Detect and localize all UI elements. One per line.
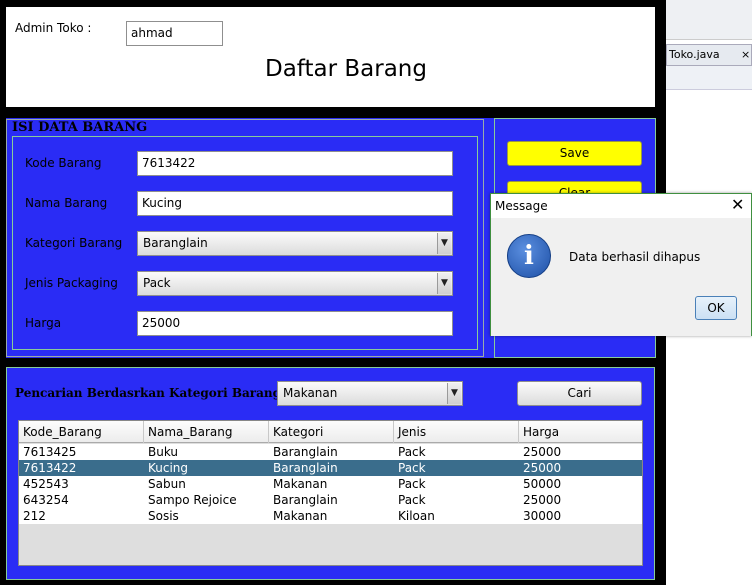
- cell-kode: 643254: [23, 493, 69, 507]
- ide-toolbar: [666, 0, 752, 40]
- cell-nama: Kucing: [148, 461, 189, 475]
- cell-kode: 7613422: [23, 461, 77, 475]
- table-row[interactable]: 452543 Sabun Makanan Pack 50000: [19, 476, 642, 492]
- cell-jenis: Pack: [398, 445, 426, 459]
- cell-kode: 452543: [23, 477, 69, 491]
- column-header-jenis[interactable]: Jenis: [394, 421, 519, 443]
- nama-barang-input[interactable]: Kucing: [137, 191, 453, 216]
- search-category-select[interactable]: Makanan ▼: [277, 381, 463, 406]
- cell-kategori: Baranglain: [273, 445, 338, 459]
- message-dialog: Message ✕ i Data berhasil dihapus OK: [490, 193, 752, 336]
- cari-button[interactable]: Cari: [517, 381, 642, 406]
- table-row[interactable]: 643254 Sampo Rejoice Baranglain Pack 250…: [19, 492, 642, 508]
- page-title: Daftar Barang: [265, 56, 427, 82]
- cell-kategori: Makanan: [273, 509, 328, 523]
- cell-kode: 212: [23, 509, 46, 523]
- nama-barang-label: Nama Barang: [25, 196, 108, 210]
- cell-kategori: Baranglain: [273, 461, 338, 475]
- cell-nama: Sampo Rejoice: [148, 493, 237, 507]
- dialog-title: Message: [495, 199, 548, 213]
- column-header-harga[interactable]: Harga: [519, 421, 642, 443]
- ide-tab-label: Toko.java: [669, 48, 720, 61]
- table-row-selected[interactable]: 7613422 Kucing Baranglain Pack 25000: [19, 460, 642, 476]
- form-section-title: ISI DATA BARANG: [12, 120, 148, 135]
- chevron-down-icon[interactable]: ▼: [447, 383, 461, 404]
- cell-harga: 25000: [523, 493, 562, 507]
- jenis-packaging-select[interactable]: Pack ▼: [137, 271, 453, 296]
- cell-harga: 50000: [523, 477, 562, 491]
- admin-field[interactable]: ahmad: [126, 21, 223, 46]
- search-label: Pencarian Berdasrkan Kategori Barang: [15, 386, 282, 400]
- search-category-value: Makanan: [283, 386, 338, 400]
- close-icon[interactable]: ✕: [731, 196, 744, 214]
- kategori-barang-value: Baranglain: [143, 236, 208, 250]
- harga-input[interactable]: 25000: [137, 311, 453, 336]
- info-icon: i: [507, 234, 551, 278]
- ide-tab-close-icon[interactable]: ×: [741, 45, 750, 65]
- cell-harga: 25000: [523, 461, 562, 475]
- cell-jenis: Pack: [398, 477, 426, 491]
- chevron-down-icon[interactable]: ▼: [437, 273, 451, 294]
- kategori-barang-select[interactable]: Baranglain ▼: [137, 231, 453, 256]
- kategori-barang-label: Kategori Barang: [25, 236, 123, 250]
- jenis-packaging-value: Pack: [143, 276, 171, 290]
- kode-barang-input[interactable]: 7613422: [137, 151, 453, 176]
- ide-editor-toolbar: [666, 66, 752, 90]
- table-row[interactable]: 212 Sosis Makanan Kiloan 30000: [19, 508, 642, 524]
- cell-harga: 25000: [523, 445, 562, 459]
- jenis-packaging-label: Jenis Packaging: [25, 276, 118, 290]
- table-header: Kode_Barang Nama_Barang Kategori Jenis H…: [19, 421, 642, 443]
- column-header-kode[interactable]: Kode_Barang: [19, 421, 144, 443]
- cell-jenis: Pack: [398, 461, 426, 475]
- dialog-titlebar[interactable]: Message ✕: [491, 194, 751, 218]
- ide-file-tab[interactable]: Toko.java ×: [666, 44, 752, 66]
- cell-nama: Sabun: [148, 477, 186, 491]
- harga-label: Harga: [25, 316, 62, 330]
- data-table[interactable]: Kode_Barang Nama_Barang Kategori Jenis H…: [18, 420, 643, 566]
- dialog-message: Data berhasil dihapus: [569, 250, 701, 264]
- chevron-down-icon[interactable]: ▼: [437, 233, 451, 254]
- cell-nama: Buku: [148, 445, 179, 459]
- save-button[interactable]: Save: [507, 141, 642, 166]
- cell-harga: 30000: [523, 509, 562, 523]
- ok-button[interactable]: OK: [695, 296, 737, 320]
- cell-kategori: Makanan: [273, 477, 328, 491]
- cell-kategori: Baranglain: [273, 493, 338, 507]
- table-row[interactable]: 7613425 Buku Baranglain Pack 25000: [19, 444, 642, 460]
- cell-nama: Sosis: [148, 509, 179, 523]
- column-header-kategori[interactable]: Kategori: [269, 421, 394, 443]
- cell-kode: 7613425: [23, 445, 77, 459]
- dialog-body: i Data berhasil dihapus OK: [491, 218, 751, 336]
- admin-label: Admin Toko :: [15, 21, 92, 35]
- column-header-nama[interactable]: Nama_Barang: [144, 421, 269, 443]
- cell-jenis: Pack: [398, 493, 426, 507]
- kode-barang-label: Kode Barang: [25, 156, 102, 170]
- cell-jenis: Kiloan: [398, 509, 435, 523]
